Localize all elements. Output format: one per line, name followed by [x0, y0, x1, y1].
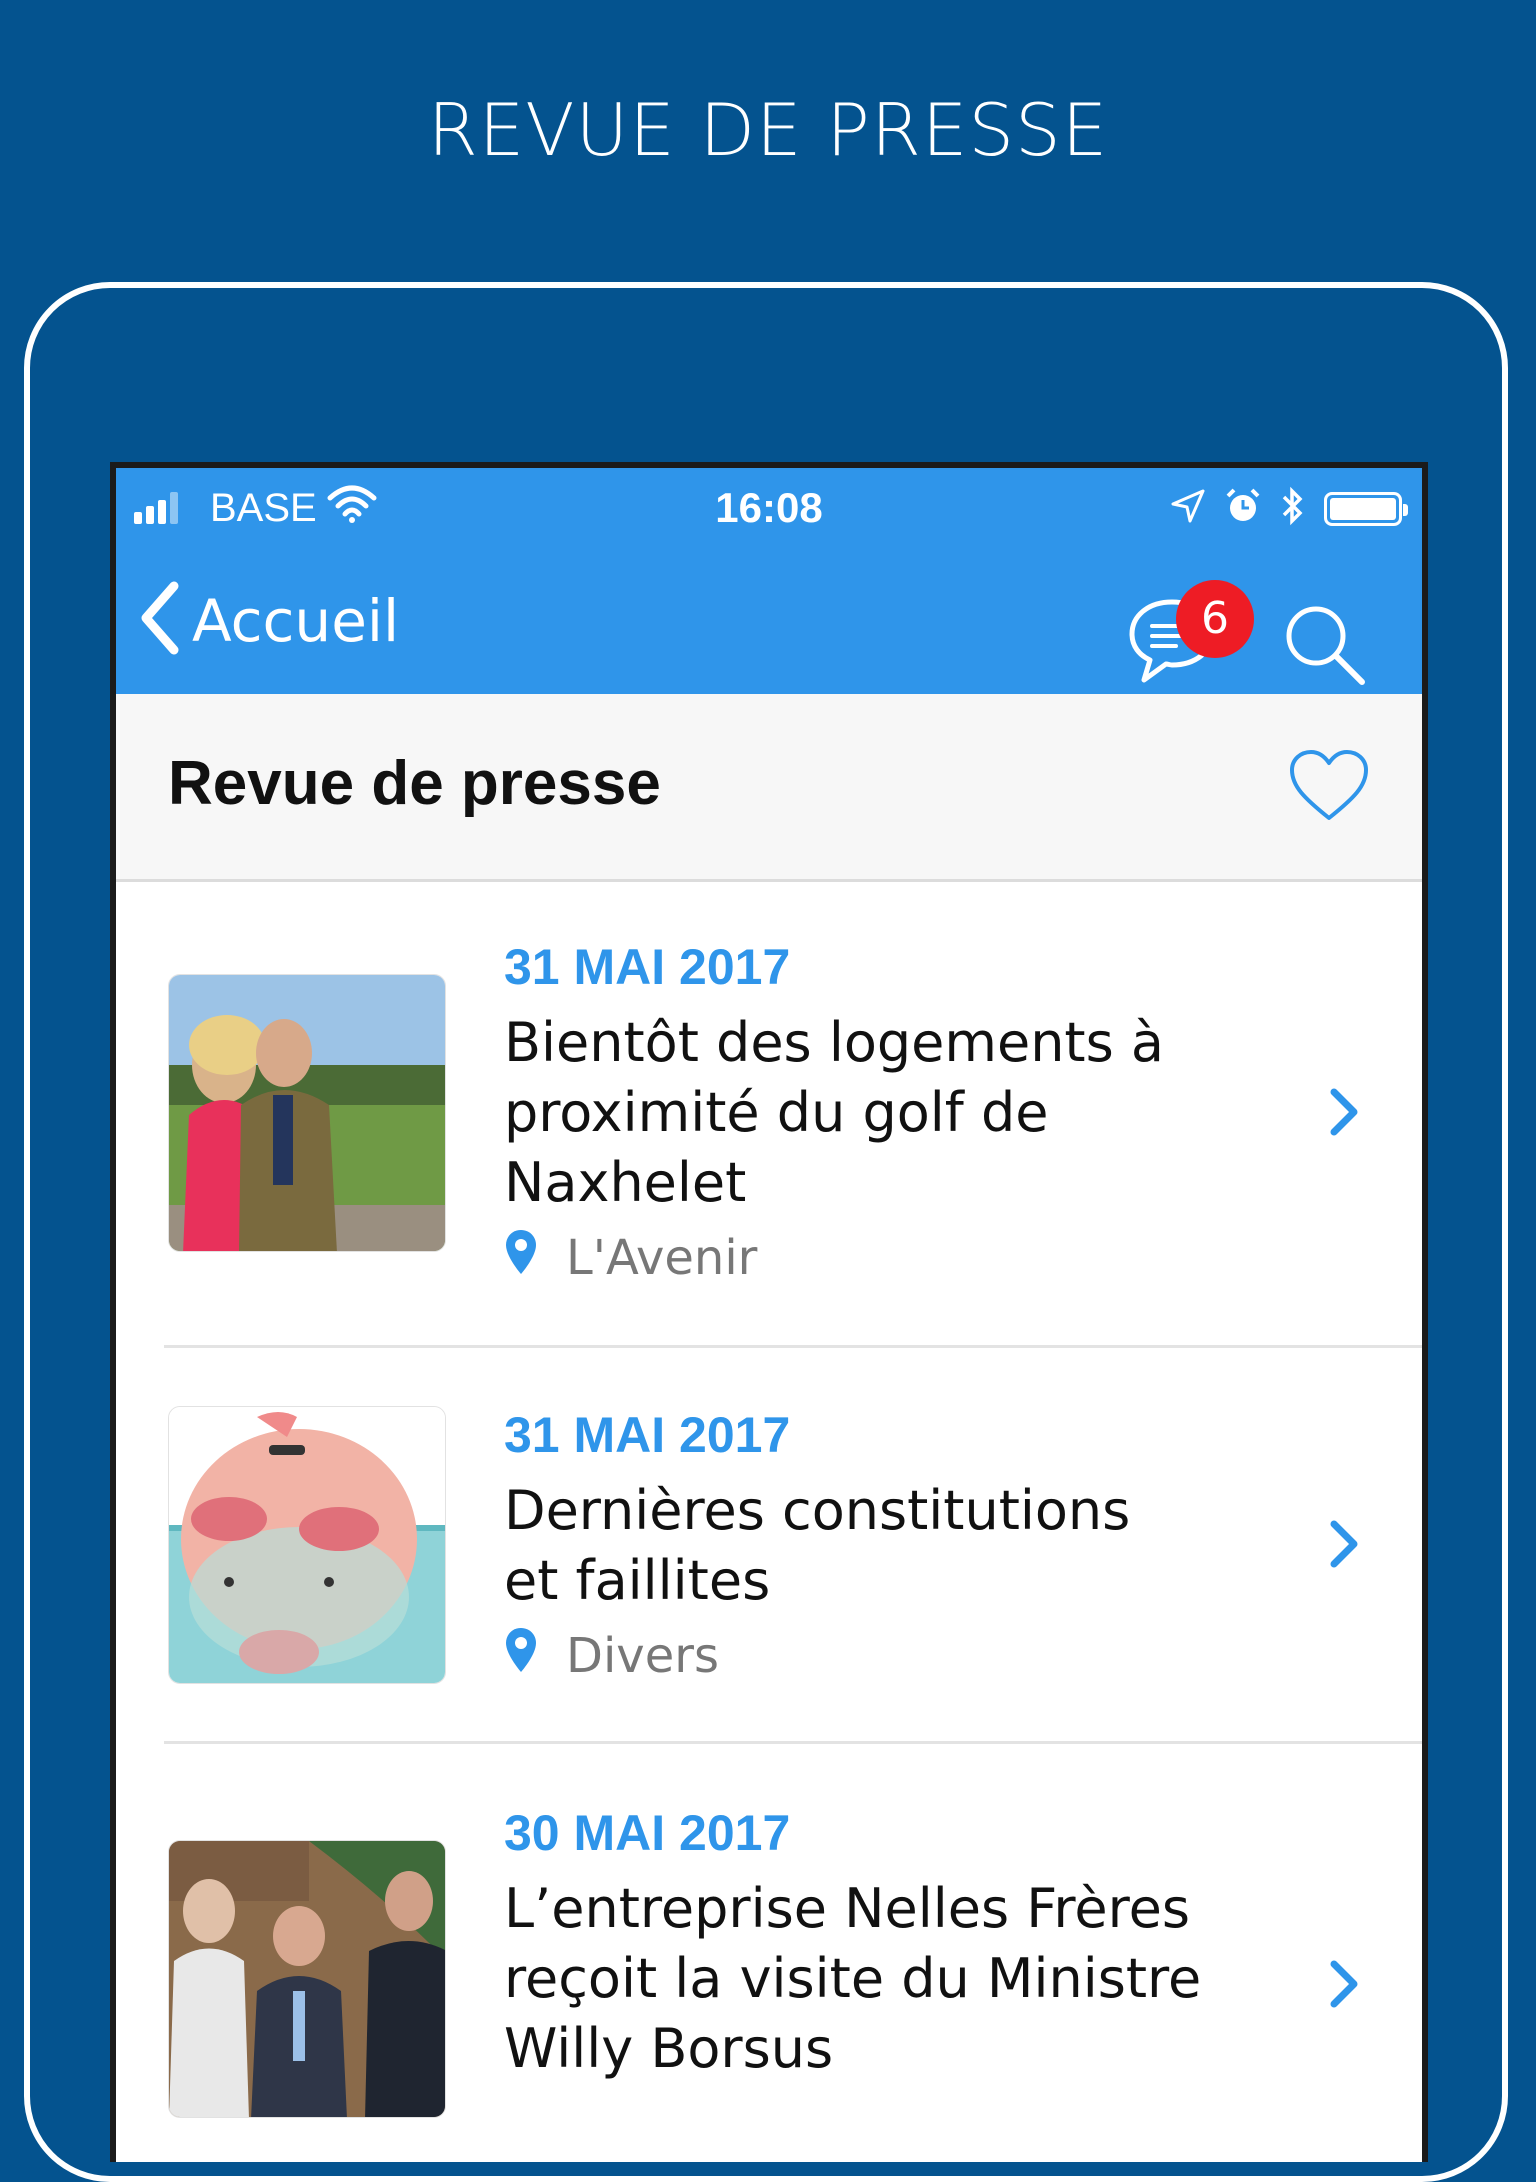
- chat-bubble-icon: [1124, 599, 1220, 690]
- battery-icon: [1324, 491, 1408, 526]
- favorite-button[interactable]: [1288, 748, 1370, 824]
- article-source-label: L'Avenir: [566, 1230, 758, 1286]
- status-bar: BASE 16:08: [116, 468, 1422, 552]
- article-list: 31 MAI 2017 Bientôt des logements à prox…: [116, 882, 1422, 2162]
- map-pin-icon: [504, 1228, 566, 1288]
- article-source-label: Divers: [566, 1628, 719, 1684]
- search-button[interactable]: [1280, 600, 1370, 690]
- location-arrow-icon: [1170, 488, 1206, 529]
- page-title: Revue de presse: [168, 749, 661, 818]
- list-item[interactable]: 30 MAI 2017 L’entreprise Nelles Frères r…: [116, 1744, 1422, 2162]
- chevron-right-icon: [1328, 1958, 1360, 2015]
- back-button-label: Accueil: [192, 586, 400, 655]
- article-date: 31 MAI 2017: [504, 1407, 791, 1463]
- article-source: L'Avenir: [504, 1228, 757, 1288]
- list-item[interactable]: 31 MAI 2017 Bientôt des logements à prox…: [116, 882, 1422, 1348]
- bluetooth-icon: [1280, 486, 1306, 531]
- article-title: Dernières constitutions et faillites: [504, 1479, 1131, 1612]
- list-item[interactable]: 31 MAI 2017 Dernières constitutions et f…: [116, 1348, 1422, 1744]
- heart-icon: [1288, 750, 1370, 828]
- alarm-icon: [1224, 487, 1262, 530]
- phone-screen: BASE 16:08 Accueil 6 Revue de presse 31 …: [110, 462, 1428, 2162]
- chevron-right-icon: [1328, 1518, 1360, 1575]
- nav-bar: Accueil 6: [116, 552, 1422, 694]
- article-date: 30 MAI 2017: [504, 1805, 791, 1861]
- article-thumbnail: [168, 1840, 446, 2118]
- article-thumbnail: [168, 974, 446, 1252]
- article-title: L’entreprise Nelles Frères reçoit la vis…: [504, 1877, 1202, 2080]
- article-date: 31 MAI 2017: [504, 939, 791, 995]
- chevron-right-icon: [1328, 1086, 1360, 1143]
- article-thumbnail: [168, 1406, 446, 1684]
- map-pin-icon: [504, 1626, 566, 1686]
- article-title: Bientôt des logements à proximité du gol…: [504, 1011, 1164, 1214]
- article-source: Divers: [504, 1626, 719, 1686]
- section-header: Revue de presse: [116, 694, 1422, 882]
- promo-title: REVUE DE PRESSE: [427, 88, 1109, 172]
- chevron-left-icon: [138, 580, 180, 661]
- back-button[interactable]: Accueil: [138, 580, 399, 661]
- notification-badge: 6: [1176, 580, 1254, 658]
- search-icon: [1280, 606, 1370, 694]
